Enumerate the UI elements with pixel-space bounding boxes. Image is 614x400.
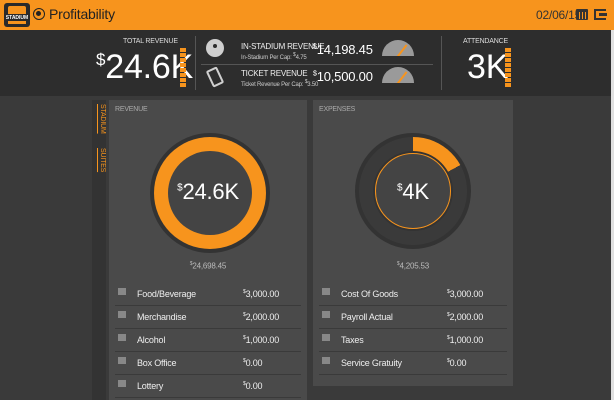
row-checkbox[interactable]	[118, 334, 126, 341]
back-circle-icon[interactable]	[33, 8, 45, 20]
revenue-row[interactable]: Merchandise $2,000.00	[115, 307, 301, 329]
row-checkbox[interactable]	[322, 357, 330, 364]
row-checkbox[interactable]	[118, 288, 126, 295]
ticket-per-cap: Ticket Revenue Per Cap: $3.50	[241, 79, 319, 88]
attendance-bars	[505, 48, 511, 88]
top-bar: STADIUM Profitability 02/06/15	[0, 0, 614, 30]
revenue-panel: REVENUE $24.6K $24,698.45 Food/Beverage $…	[109, 100, 307, 400]
in-stadium-revenue-label: IN-STADIUM REVENUE	[241, 42, 325, 51]
row-checkbox[interactable]	[322, 334, 330, 341]
revenue-row[interactable]: Lottery $0.00	[115, 376, 301, 398]
in-stadium-revenue-value: $14,198.45	[313, 42, 373, 57]
revenue-total: $24,698.45	[189, 261, 227, 271]
total-revenue-bars	[180, 48, 186, 88]
in-stadium-gauge-icon	[382, 40, 414, 56]
side-tabs: STADIUM SUITES	[92, 100, 106, 400]
summary-bar: TOTAL REVENUE $24.6K IN-STADIUM REVENUE …	[0, 30, 614, 96]
attendance-value: 3K	[467, 48, 509, 86]
revenue-title: REVENUE	[115, 106, 148, 113]
row-checkbox[interactable]	[118, 380, 126, 387]
page-title: Profitability	[49, 6, 115, 22]
attendance-label: ATTENDANCE	[463, 38, 508, 45]
expenses-row[interactable]: Payroll Actual $2,000.00	[319, 307, 507, 329]
expenses-title: EXPENSES	[319, 106, 356, 113]
row-checkbox[interactable]	[322, 311, 330, 318]
expenses-total: $4,205.53	[396, 261, 430, 271]
revenue-row[interactable]: Food/Beverage $3,000.00	[115, 284, 301, 306]
date-display[interactable]: 02/06/15	[536, 8, 581, 22]
expenses-center-value: $4K	[397, 179, 429, 204]
tab-suites[interactable]: SUITES	[92, 148, 106, 172]
logout-icon[interactable]	[594, 9, 607, 20]
ticket-revenue-value: $10,500.00	[313, 69, 373, 84]
total-revenue-label: TOTAL REVENUE	[123, 38, 178, 45]
expenses-panel: EXPENSES $4K $4,205.53 Cost Of Goods $3,0…	[313, 100, 513, 386]
expenses-row[interactable]: Service Gratuity $0.00	[319, 353, 507, 375]
revenue-row[interactable]: Alcohol $1,000.00	[115, 330, 301, 352]
tab-stadium[interactable]: STADIUM	[92, 104, 106, 134]
ticket-gauge-icon	[382, 67, 414, 83]
expenses-row[interactable]: Taxes $1,000.00	[319, 330, 507, 352]
revenue-row[interactable]: Box Office $0.00	[115, 353, 301, 375]
total-revenue-value: $24.6K	[96, 48, 194, 86]
revenue-center-value: $24.6K	[177, 179, 239, 204]
row-checkbox[interactable]	[118, 357, 126, 364]
in-stadium-per-cap: In-Stadium Per Cap: $4.75	[241, 52, 307, 61]
stadium-logo: STADIUM	[4, 3, 30, 27]
row-checkbox[interactable]	[118, 311, 126, 318]
calendar-icon[interactable]	[576, 9, 588, 20]
ticket-revenue-label: TICKET REVENUE	[241, 69, 308, 78]
stadium-pin-icon	[206, 39, 224, 57]
expenses-row[interactable]: Cost Of Goods $3,000.00	[319, 284, 507, 306]
row-checkbox[interactable]	[322, 288, 330, 295]
